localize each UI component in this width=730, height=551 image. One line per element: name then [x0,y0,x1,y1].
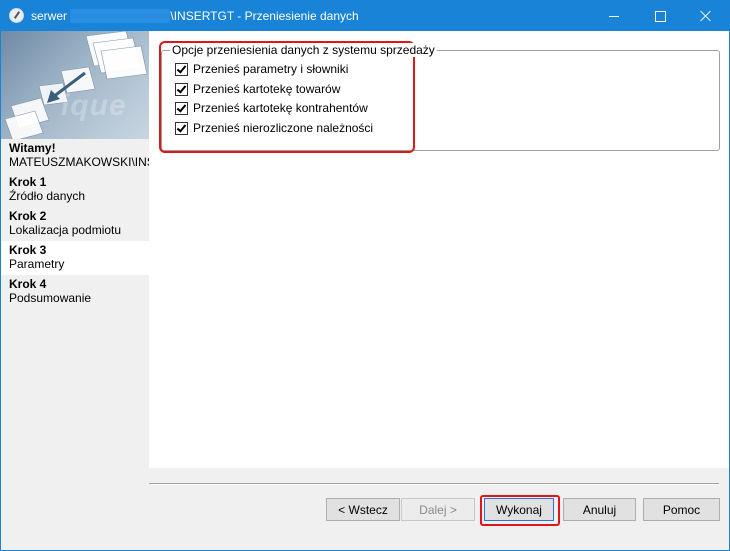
options-group-label: Opcje przeniesienia danych z systemu spr… [170,43,437,57]
step-subtitle: Parametry [9,257,65,271]
title-bar[interactable]: serwer \INSERTGT - Przeniesienie danych [1,1,729,31]
minimize-icon [609,15,619,17]
wizard-banner-image: ique [1,31,149,139]
step-title: Krok 2 [9,209,47,223]
run-highlight-frame [480,495,560,526]
step-4[interactable]: Krok 4 Podsumowanie [1,275,149,309]
option-label: Przenieś nierozliczone należności [193,121,374,135]
option-products[interactable]: Przenieś kartotekę towarów [175,81,340,97]
welcome-user: MATEUSZMAKOWSKI\INSE [9,155,149,169]
close-icon [700,10,712,22]
checkbox-checked-icon[interactable] [175,101,188,115]
wizard-steps-sidebar: Witamy! MATEUSZMAKOWSKI\INSE Krok 1 Źród… [1,139,149,550]
checkbox-checked-icon[interactable] [175,121,188,135]
step-subtitle: Podsumowanie [9,291,92,305]
title-server: serwer [31,9,68,23]
help-button[interactable]: Pomoc [643,498,720,521]
minimize-button[interactable] [591,1,637,31]
checkbox-checked-icon[interactable] [175,82,188,96]
back-button[interactable]: < Wstecz [326,498,400,521]
welcome-title: Witamy! [9,141,56,155]
step-title: Krok 4 [9,277,47,291]
footer-separator [149,483,719,485]
maximize-icon [654,10,666,22]
option-receivables[interactable]: Przenieś nierozliczone należności [175,120,373,136]
options-highlight-frame [159,41,415,153]
step-1[interactable]: Krok 1 Źródło danych [1,173,149,207]
option-label: Przenieś kartotekę kontrahentów [193,101,368,115]
step-3[interactable]: Krok 3 Parametry [1,241,149,275]
step-subtitle: Lokalizacja podmiotu [9,223,122,237]
next-button[interactable]: Dalej > [401,498,475,521]
option-contractors[interactable]: Przenieś kartotekę kontrahentów [175,100,368,116]
checkbox-checked-icon[interactable] [175,62,188,76]
app-icon[interactable] [9,8,24,23]
step-subtitle: Źródło danych [9,189,86,203]
redacted-server-name [70,9,171,23]
options-panel: Opcje przeniesienia danych z systemu spr… [149,31,729,468]
cancel-button[interactable]: Anuluj [563,498,636,521]
window-title: serwer \INSERTGT - Przeniesienie danych [31,9,359,23]
maximize-button[interactable] [637,1,683,31]
wizard-window: serwer \INSERTGT - Przeniesienie danych … [0,0,730,551]
option-parameters[interactable]: Przenieś parametry i słowniki [175,61,348,77]
option-label: Przenieś parametry i słowniki [193,62,349,76]
close-button[interactable] [683,1,729,31]
option-label: Przenieś kartotekę towarów [193,82,341,96]
step-title: Krok 3 [9,243,47,257]
banner-brand-text: ique [61,89,127,122]
step-2[interactable]: Krok 2 Lokalizacja podmiotu [1,207,149,241]
title-database: \INSERTGT - Przeniesienie danych [170,9,359,23]
step-title: Krok 1 [9,175,47,189]
welcome-panel: Witamy! MATEUSZMAKOWSKI\INSE [1,139,149,173]
